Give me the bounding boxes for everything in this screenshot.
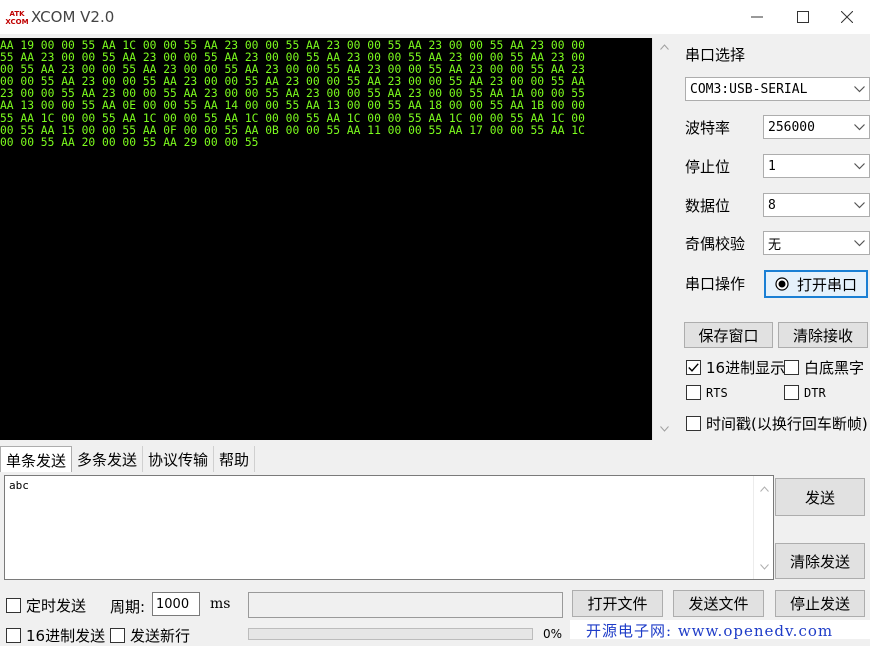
databits-select-value: 8	[768, 197, 776, 213]
chevron-down-icon	[849, 82, 869, 97]
white-bg-label: 白底黑字	[804, 359, 865, 377]
close-icon	[841, 11, 853, 23]
stop-send-button[interactable]: 停止发送	[775, 590, 865, 617]
stopbits-select-value: 1	[768, 158, 776, 174]
window-title: XCOM V2.0	[31, 8, 115, 26]
radio-record-icon	[775, 277, 789, 291]
send-button[interactable]: 发送	[775, 478, 865, 516]
send-input[interactable]: abc	[4, 475, 774, 580]
checkbox-checked-icon	[686, 360, 701, 375]
maximize-icon	[797, 11, 809, 23]
send-file-button[interactable]: 发送文件	[673, 590, 764, 617]
send-text: abc	[9, 479, 29, 492]
hex-display-label: 16进制显示	[706, 359, 786, 377]
checkbox-unchecked-icon	[110, 628, 125, 643]
open-port-button[interactable]: 打开串口	[764, 270, 868, 298]
file-path-field[interactable]	[248, 592, 563, 618]
send-scrollbar[interactable]	[753, 476, 773, 579]
minimize-button[interactable]	[734, 0, 780, 34]
dtr-label: DTR	[804, 385, 826, 400]
app-logo-icon: ATK XCOM	[5, 9, 29, 26]
chevron-down-icon	[849, 198, 869, 213]
timed-send-label: 定时发送	[26, 597, 87, 615]
maximize-button[interactable]	[780, 0, 826, 34]
period-label: 周期:	[110, 598, 146, 616]
chevron-down-icon	[849, 159, 869, 174]
parity-label: 奇偶校验	[685, 235, 746, 253]
timestamp-label: 时间戳(以换行回车断帧)	[706, 415, 868, 433]
rts-label: RTS	[706, 385, 728, 400]
parity-select-value: 无	[768, 237, 782, 253]
hex-send-checkbox[interactable]: 16进制发送	[6, 625, 105, 646]
baud-label: 波特率	[685, 119, 731, 137]
rts-checkbox[interactable]: RTS	[686, 385, 728, 400]
port-select-label: 串口选择	[685, 46, 746, 64]
send-progress-bar	[248, 628, 533, 640]
minimize-icon	[751, 16, 763, 18]
svg-text:XCOM: XCOM	[5, 18, 28, 26]
checkbox-unchecked-icon	[686, 385, 701, 400]
period-unit: ms	[210, 596, 231, 612]
title-bar: ATK XCOM XCOM V2.0	[0, 0, 870, 34]
databits-select[interactable]: 8	[763, 193, 870, 217]
tab-protocol[interactable]: 协议传输	[143, 446, 215, 472]
svg-text:ATK: ATK	[9, 10, 25, 18]
open-port-label: 打开串口	[796, 275, 857, 294]
checkbox-unchecked-icon	[784, 385, 799, 400]
checkbox-unchecked-icon	[784, 360, 799, 375]
clear-receive-button[interactable]: 清除接收	[778, 322, 868, 348]
scroll-down-icon[interactable]	[754, 556, 774, 578]
tab-multi-send[interactable]: 多条发送	[72, 446, 144, 472]
port-select[interactable]: COM3:USB-SERIAL	[685, 77, 870, 101]
period-input[interactable]: 1000	[152, 592, 200, 616]
scroll-down-icon[interactable]	[653, 420, 675, 438]
baud-select[interactable]: 256000	[763, 115, 870, 139]
operation-label: 串口操作	[685, 275, 746, 293]
send-newline-checkbox[interactable]: 发送新行	[110, 625, 190, 646]
checkbox-unchecked-icon	[686, 416, 701, 431]
stopbits-select[interactable]: 1	[763, 154, 870, 178]
timed-send-checkbox[interactable]: 定时发送	[6, 595, 86, 616]
receive-scrollbar[interactable]	[652, 38, 674, 440]
baud-select-value: 256000	[768, 119, 815, 135]
send-mode-tabs: 单条发送 多条发送 协议传输 帮助	[0, 446, 256, 472]
chevron-down-icon	[849, 120, 869, 135]
scroll-up-icon[interactable]	[653, 38, 675, 56]
databits-label: 数据位	[685, 197, 731, 215]
checkbox-unchecked-icon	[6, 598, 21, 613]
chevron-down-icon	[849, 236, 869, 251]
stopbits-label: 停止位	[685, 158, 731, 176]
save-window-button[interactable]: 保存窗口	[684, 322, 773, 348]
hex-display-checkbox[interactable]: 16进制显示	[686, 357, 785, 378]
parity-select[interactable]: 无	[763, 231, 870, 255]
receive-text: AA 19 00 00 55 AA 1C 00 00 55 AA 23 00 0…	[0, 39, 585, 149]
footer-link[interactable]: 开源电子网: www.openedv.com	[570, 620, 870, 639]
white-bg-checkbox[interactable]: 白底黑字	[784, 357, 864, 378]
port-select-value: COM3:USB-SERIAL	[690, 81, 808, 97]
checkbox-unchecked-icon	[6, 628, 21, 643]
send-newline-label: 发送新行	[130, 627, 191, 645]
clear-send-button[interactable]: 清除发送	[775, 543, 865, 579]
dtr-checkbox[interactable]: DTR	[784, 385, 826, 400]
open-file-button[interactable]: 打开文件	[572, 590, 663, 617]
hex-send-label: 16进制发送	[26, 627, 106, 645]
tab-help[interactable]: 帮助	[214, 446, 256, 472]
receive-area[interactable]: AA 19 00 00 55 AA 1C 00 00 55 AA 23 00 0…	[0, 38, 652, 440]
scroll-up-icon[interactable]	[754, 476, 774, 502]
close-button[interactable]	[824, 0, 870, 34]
timestamp-checkbox[interactable]: 时间戳(以换行回车断帧)	[686, 413, 870, 434]
tab-single-send[interactable]: 单条发送	[0, 446, 73, 472]
